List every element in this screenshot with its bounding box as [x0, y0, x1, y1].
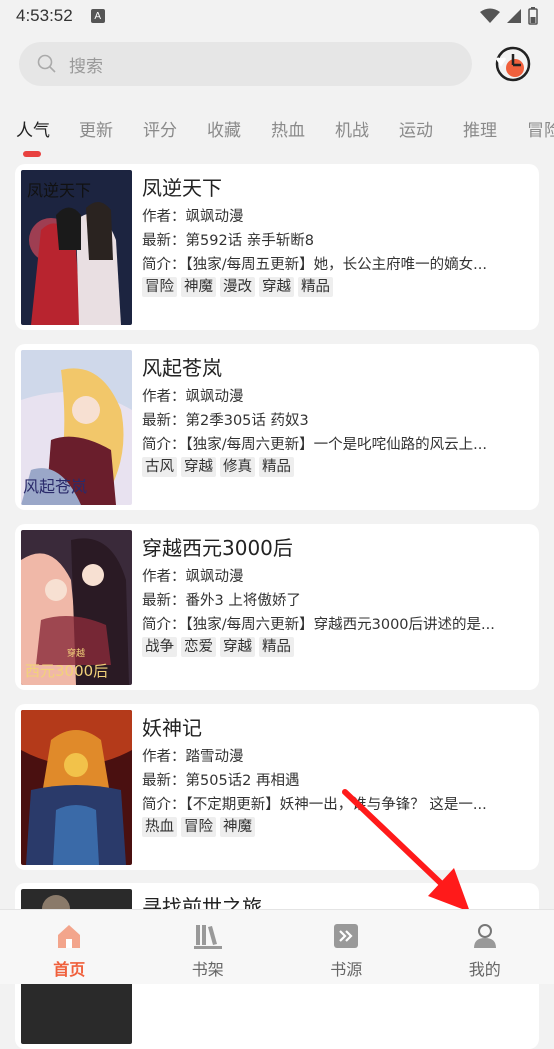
comic-title: 风起苍岚 — [142, 352, 222, 381]
bottom-nav: 首页 书架 书源 我的 — [0, 909, 554, 984]
signal-icon — [506, 8, 522, 24]
tab-mystery[interactable]: 推理 — [463, 116, 497, 141]
nav-profile-label: 我的 — [469, 956, 501, 980]
comic-author: 作者：飒飒动漫 — [142, 565, 522, 586]
comic-tags: 冒险 神魔 漫改 穿越 精品 — [142, 277, 333, 297]
tab-popular[interactable]: 人气 — [16, 116, 50, 141]
tab-sports[interactable]: 运动 — [399, 116, 433, 141]
tab-rating[interactable]: 评分 — [143, 116, 177, 141]
status-bar: 4:53:52 A — [0, 0, 554, 32]
search-bar[interactable]: 搜索 — [19, 42, 472, 86]
comic-title: 穿越西元3000后 — [142, 532, 293, 561]
nav-source-label: 书源 — [330, 956, 362, 980]
comic-cover[interactable]: 穿越 西元3000后 — [21, 530, 132, 685]
tag: 恋爱 — [181, 637, 216, 657]
tag: 古风 — [142, 457, 177, 477]
comic-cover[interactable]: 凤逆天下 — [21, 170, 132, 325]
tag: 神魔 — [181, 277, 216, 297]
tag: 神魔 — [220, 817, 255, 837]
nav-home[interactable]: 首页 — [0, 910, 139, 984]
comic-latest: 最新：第505话2 再相遇 — [142, 769, 522, 790]
comic-author: 作者：飒飒动漫 — [142, 385, 522, 406]
tab-mecha[interactable]: 机战 — [335, 116, 369, 141]
comic-tags: 战争 恋爱 穿越 精品 — [142, 637, 294, 657]
tag: 漫改 — [220, 277, 255, 297]
wifi-icon — [480, 8, 500, 24]
tab-hotblood[interactable]: 热血 — [271, 116, 305, 141]
comic-latest: 最新：番外3 上将傲娇了 — [142, 589, 522, 610]
tag: 精品 — [259, 637, 294, 657]
comic-tags: 热血 冒险 神魔 — [142, 817, 255, 837]
comic-card[interactable]: 风起苍岚 风起苍岚 作者：飒飒动漫 最新：第2季305话 药奴3 简介：【独家/… — [15, 344, 539, 510]
search-placeholder: 搜索 — [69, 52, 103, 77]
comic-cover[interactable]: 风起苍岚 — [21, 350, 132, 505]
nav-bookshelf-label: 书架 — [192, 956, 224, 980]
comic-intro: 简介：【独家/每周六更新】一个是叱咤仙路的风云上... — [142, 433, 522, 454]
tag: 冒险 — [142, 277, 177, 297]
comic-tags: 古风 穿越 修真 精品 — [142, 457, 294, 477]
comic-card[interactable]: 凤逆天下 凤逆天下 作者：飒飒动漫 最新：第592话 亲手斩断8 简介：【独家/… — [15, 164, 539, 330]
cover-title-text: 西元3000后 — [25, 662, 108, 680]
tab-updated[interactable]: 更新 — [79, 116, 113, 141]
comic-intro: 简介：【独家/每周六更新】穿越西元3000后讲述的是... — [142, 613, 522, 634]
nav-bookshelf[interactable]: 书架 — [139, 910, 278, 984]
history-icon[interactable] — [493, 44, 533, 84]
notification-badge: A — [91, 9, 105, 23]
comic-cover[interactable] — [21, 710, 132, 865]
tag: 精品 — [259, 457, 294, 477]
tag: 穿越 — [259, 277, 294, 297]
tab-favorites[interactable]: 收藏 — [207, 116, 241, 141]
comic-card[interactable]: 穿越 西元3000后 穿越西元3000后 作者：飒飒动漫 最新：番外3 上将傲娇… — [15, 524, 539, 690]
category-tabs: 人气 更新 评分 收藏 热血 机战 运动 推理 冒险 — [0, 110, 554, 156]
tag: 战争 — [142, 637, 177, 657]
nav-home-label: 首页 — [53, 956, 85, 980]
nav-source[interactable]: 书源 — [277, 910, 416, 984]
cover-title-text: 凤逆天下 — [27, 181, 91, 200]
comic-title: 凤逆天下 — [142, 172, 222, 201]
status-time: 4:53:52 — [16, 6, 73, 26]
tag: 冒险 — [181, 817, 216, 837]
comic-intro: 简介：【独家/每周五更新】她，长公主府唯一的嫡女... — [142, 253, 522, 274]
active-tab-indicator — [23, 151, 41, 157]
status-icons — [480, 7, 538, 25]
nav-profile[interactable]: 我的 — [416, 910, 554, 984]
tag: 穿越 — [220, 637, 255, 657]
cover-title-text: 风起苍岚 — [23, 477, 87, 496]
battery-icon — [528, 7, 538, 25]
search-icon — [37, 54, 57, 74]
tag: 修真 — [220, 457, 255, 477]
tag: 热血 — [142, 817, 177, 837]
comic-title: 妖神记 — [142, 712, 202, 741]
comic-intro: 简介：【不定期更新】妖神一出，谁与争锋？ 这是一... — [142, 793, 522, 814]
comic-latest: 最新：第592话 亲手斩断8 — [142, 229, 522, 250]
cover-subtitle-text: 穿越 — [67, 647, 85, 659]
bookshelf-icon — [193, 922, 223, 950]
tag: 穿越 — [181, 457, 216, 477]
comic-latest: 最新：第2季305话 药奴3 — [142, 409, 522, 430]
tab-adventure[interactable]: 冒险 — [527, 116, 554, 141]
comic-author: 作者：踏雪动漫 — [142, 745, 522, 766]
tag: 精品 — [298, 277, 333, 297]
comic-author: 作者：飒飒动漫 — [142, 205, 522, 226]
profile-icon — [471, 922, 499, 950]
source-icon — [332, 922, 360, 950]
home-icon — [55, 922, 83, 950]
comic-card[interactable]: 妖神记 作者：踏雪动漫 最新：第505话2 再相遇 简介：【不定期更新】妖神一出… — [15, 704, 539, 870]
